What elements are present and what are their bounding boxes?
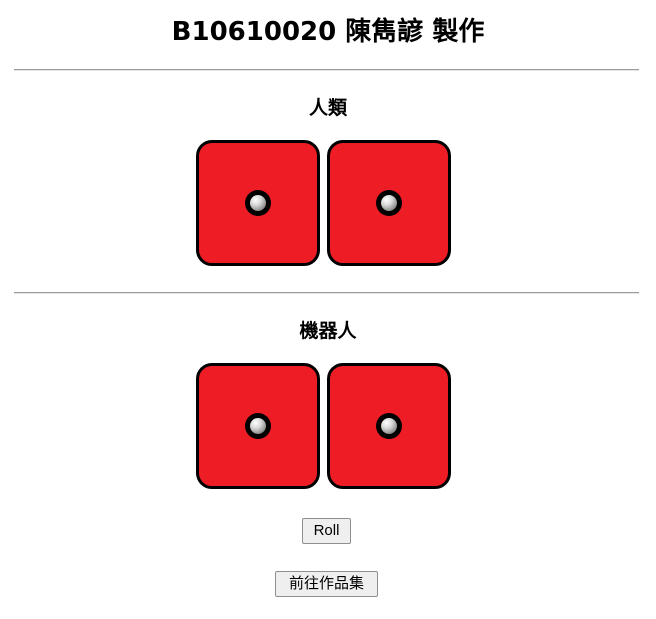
robot-dice-row <box>196 363 453 489</box>
portfolio-button[interactable]: 前往作品集 <box>275 571 378 597</box>
roll-button[interactable]: Roll <box>302 518 351 544</box>
divider <box>14 292 639 294</box>
die-pip <box>245 190 271 216</box>
robot-die-2 <box>327 363 451 489</box>
divider <box>14 69 639 71</box>
robot-section-heading: 機器人 <box>299 320 357 342</box>
robot-die-1 <box>196 363 320 489</box>
human-die-2 <box>327 140 451 266</box>
human-dice-row <box>196 140 453 266</box>
die-pip <box>376 190 402 216</box>
die-pip <box>376 413 402 439</box>
human-die-1 <box>196 140 320 266</box>
page-title: B10610020 陳雋諺 製作 <box>171 17 485 47</box>
die-pip <box>245 413 271 439</box>
human-section-heading: 人類 <box>308 97 347 119</box>
